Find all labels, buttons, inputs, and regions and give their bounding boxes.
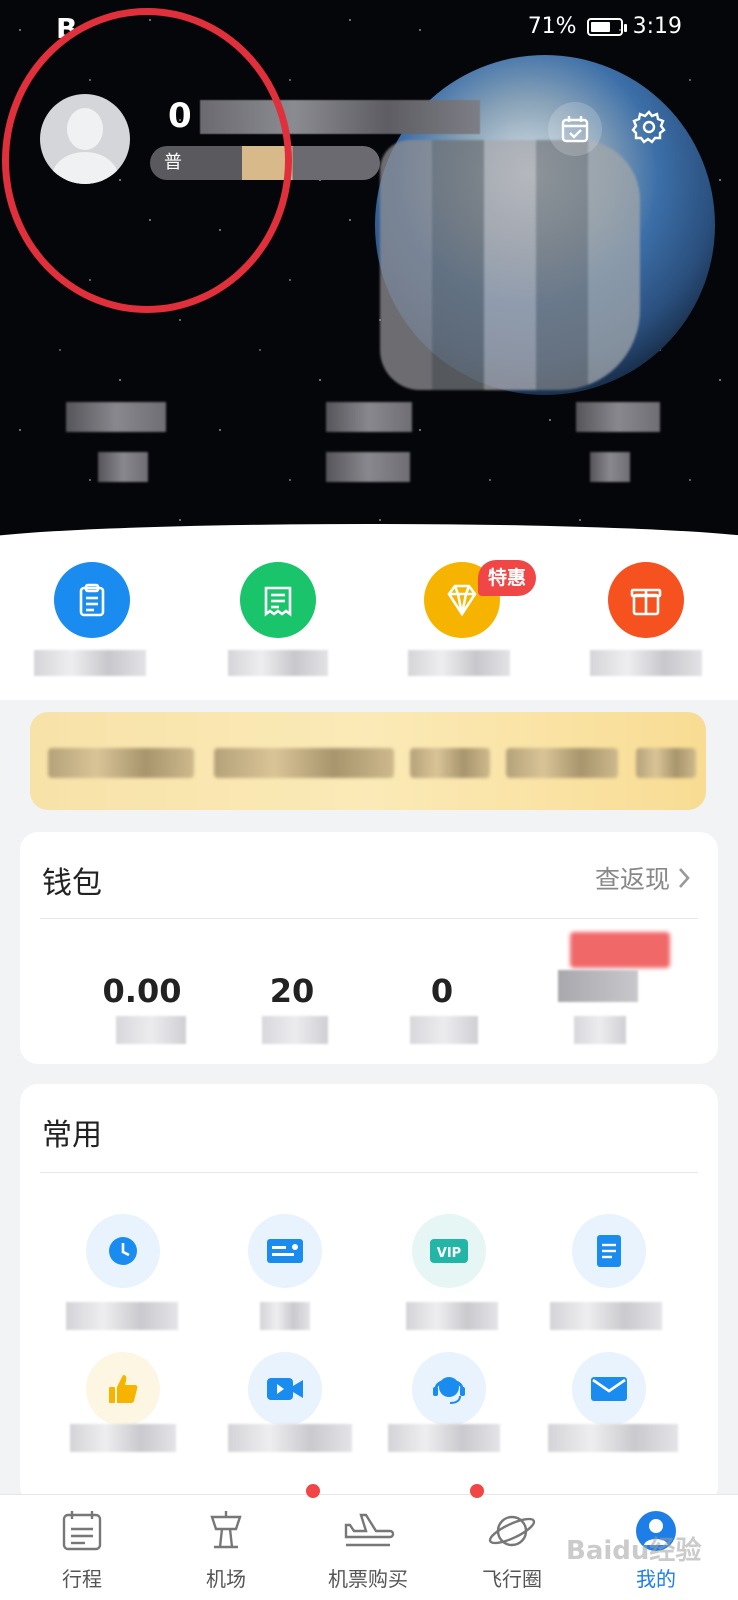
svg-text:VIP: VIP [437, 1246, 461, 1261]
video-camera-icon [267, 1378, 303, 1400]
tab-buy-tickets[interactable]: 机票购买 [308, 1507, 428, 1592]
status-time: 3:19 [632, 14, 682, 39]
receipt-icon [264, 586, 292, 617]
common-tools-card: 常用 VIP [20, 1084, 718, 1504]
promo-banner[interactable] [30, 712, 706, 810]
pixelated-redaction [380, 140, 640, 390]
id-card-icon [267, 1239, 303, 1263]
tab-itinerary[interactable]: 行程 [22, 1507, 142, 1592]
document-icon [597, 1235, 621, 1267]
quick-action-2[interactable] [240, 562, 316, 638]
headset-icon [433, 1377, 465, 1404]
chevron-right-icon [679, 868, 690, 888]
diamond-icon [447, 584, 477, 617]
common-item-service[interactable] [412, 1352, 486, 1426]
thumbs-up-icon [109, 1375, 138, 1403]
mail-icon [591, 1377, 627, 1401]
gift-icon [630, 588, 662, 616]
common-item-messages[interactable] [572, 1352, 646, 1426]
annotation-circle [2, 8, 292, 313]
battery-percent: 71% [527, 14, 577, 39]
wallet-redaction-gray [558, 970, 638, 1002]
wallet-value-1[interactable]: 0.00 [82, 972, 202, 1010]
tab-mine-label: 我的 [636, 1567, 676, 1591]
common-item-video[interactable] [248, 1352, 322, 1426]
wallet-divider [40, 918, 698, 919]
calendar-check-icon [561, 116, 589, 143]
common-item-history[interactable] [86, 1214, 160, 1288]
battery-icon [586, 17, 627, 36]
clock-icon [109, 1237, 137, 1265]
tab-flight-circle-label: 飞行圈 [482, 1567, 542, 1591]
tab-itinerary-label: 行程 [62, 1567, 102, 1591]
check-cashback-link[interactable]: 查返现 [595, 860, 692, 896]
itinerary-icon [62, 1511, 102, 1551]
planet-icon [488, 1515, 536, 1547]
clipboard-icon [79, 583, 105, 617]
check-cashback-label: 查返现 [594, 865, 670, 894]
wallet-title: 钱包 [42, 866, 102, 901]
gear-icon [631, 110, 666, 144]
vip-icon: VIP [430, 1239, 468, 1263]
common-title: 常用 [42, 1118, 102, 1153]
common-item-card[interactable] [248, 1214, 322, 1288]
wallet-value-2[interactable]: 20 [232, 972, 352, 1010]
quick-action-4[interactable] [608, 562, 684, 638]
common-item-document[interactable] [572, 1214, 646, 1288]
watermark: Baidu经验 [566, 1536, 702, 1566]
common-item-rating[interactable] [86, 1352, 160, 1426]
wallet-card: 钱包 查返现 0.00 20 0 [20, 832, 718, 1064]
notification-dot [470, 1484, 484, 1498]
stats-row [0, 398, 738, 498]
special-offer-badge: 特惠 [478, 560, 537, 596]
settings-button[interactable] [622, 100, 676, 154]
tab-airport-label: 机场 [206, 1567, 246, 1591]
tab-buy-tickets-label: 机票购买 [328, 1567, 408, 1591]
tab-flight-circle[interactable]: 飞行圈 [452, 1507, 572, 1592]
common-item-vip[interactable]: VIP [412, 1214, 486, 1288]
common-divider [40, 1172, 698, 1173]
profile-header: B 71% 3:19 0 普 [0, 0, 738, 560]
calendar-checkin-button[interactable] [548, 102, 602, 156]
quick-action-1[interactable] [54, 562, 130, 638]
plane-ticket-icon [344, 1513, 395, 1547]
wallet-value-3[interactable]: 0 [382, 972, 502, 1010]
wallet-redaction-red [570, 932, 670, 968]
tab-airport[interactable]: 机场 [166, 1507, 286, 1592]
quick-actions [0, 540, 738, 700]
airport-icon [210, 1511, 242, 1549]
notification-dot [306, 1484, 320, 1498]
